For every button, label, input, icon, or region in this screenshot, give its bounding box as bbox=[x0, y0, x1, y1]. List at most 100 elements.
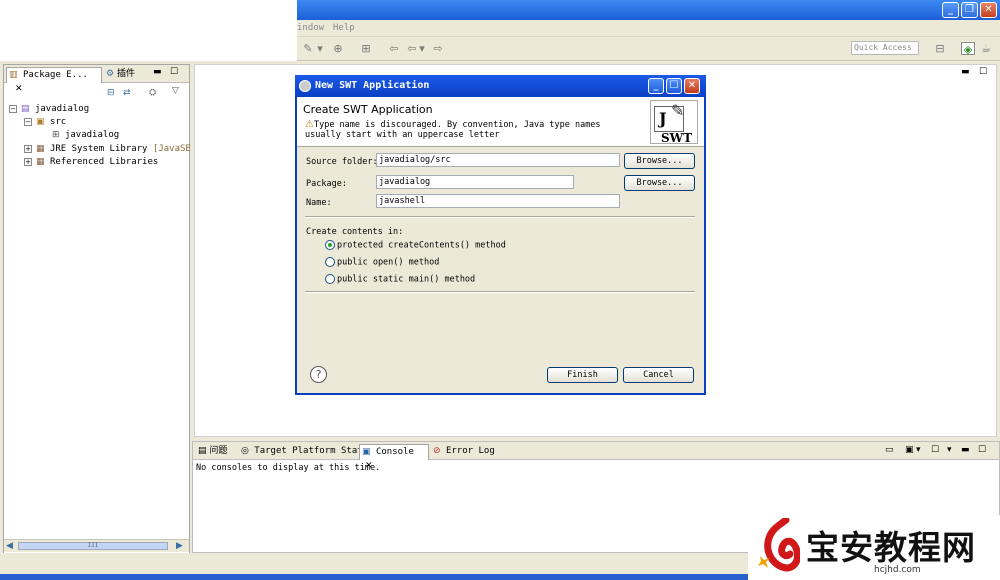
radio-icon[interactable] bbox=[325, 257, 335, 267]
source-folder-icon: ▣ bbox=[36, 117, 45, 127]
dialog-header: Create SWT Application ⚠Type name is dis… bbox=[297, 97, 704, 147]
dropdown-icon[interactable]: ▾ bbox=[317, 42, 323, 55]
swt-logo: J ✎ SWT bbox=[650, 100, 698, 145]
radio-open[interactable]: public open() method bbox=[325, 257, 439, 269]
package-input[interactable]: javadialog bbox=[376, 175, 574, 189]
wand-icon[interactable]: ✎ bbox=[301, 42, 315, 55]
tree-item-src[interactable]: − ▣ src bbox=[24, 116, 66, 129]
plugins-icon: ⚙ bbox=[106, 69, 115, 79]
radio-main[interactable]: public static main() method bbox=[325, 274, 475, 286]
source-folder-input[interactable]: javadialog/src bbox=[376, 153, 620, 167]
editor-maximize-icon[interactable]: ☐ bbox=[979, 67, 987, 77]
open-console-icon[interactable]: ☐ bbox=[931, 445, 939, 455]
dialog-title: New SWT Application bbox=[315, 80, 430, 91]
maximize-view-icon[interactable]: ☐ bbox=[170, 67, 178, 77]
menu-window[interactable]: indow bbox=[297, 23, 324, 33]
name-input[interactable]: javashell bbox=[376, 194, 620, 208]
pin-console-icon[interactable]: ▭ bbox=[885, 445, 894, 455]
restore-button[interactable]: ❐ bbox=[961, 2, 978, 18]
radio-selected-icon[interactable] bbox=[325, 240, 335, 250]
finish-button[interactable]: Finish bbox=[547, 367, 618, 383]
cancel-button[interactable]: Cancel bbox=[623, 367, 694, 383]
dropdown-icon[interactable]: ▾ bbox=[916, 445, 921, 455]
tab-problems-label: 问题 bbox=[209, 446, 228, 456]
back-dropdown-icon[interactable]: ▾ bbox=[419, 42, 425, 55]
name-label: Name: bbox=[306, 198, 332, 208]
open-perspective-icon[interactable]: ⊟ bbox=[933, 42, 947, 55]
back-history-icon[interactable]: ⇦ bbox=[387, 42, 401, 55]
dialog-minimize-button[interactable]: _ bbox=[648, 78, 664, 94]
horizontal-scrollbar[interactable]: ◀ III ▶ bbox=[4, 539, 189, 552]
tab-package-explorer[interactable]: ▥ Package E... ✕ bbox=[6, 67, 102, 94]
radio-icon[interactable] bbox=[325, 274, 335, 284]
dialog-close-button[interactable]: ✕ bbox=[684, 78, 700, 94]
help-icon[interactable]: ? bbox=[310, 366, 327, 383]
package-label: Package: bbox=[306, 179, 347, 189]
scroll-right-icon[interactable]: ▶ bbox=[176, 541, 183, 551]
editor-minimize-icon[interactable]: ▬ bbox=[961, 67, 970, 77]
minimize-view-icon[interactable]: ▬ bbox=[153, 67, 162, 77]
console-message: No consoles to display at this time. bbox=[196, 463, 381, 473]
quick-access-input[interactable]: Quick Access bbox=[851, 41, 919, 55]
source-folder-label: Source folder: bbox=[306, 157, 378, 167]
close-button[interactable]: ✕ bbox=[980, 2, 997, 18]
display-console-icon[interactable]: ▣ bbox=[905, 445, 914, 455]
scroll-left-icon[interactable]: ◀ bbox=[6, 541, 13, 551]
back-icon[interactable]: ⇦ bbox=[405, 42, 419, 55]
package-explorer-panel: ▥ Package E... ✕ ⚙ 插件 ▬ ☐ ⊟ ⇄ ⛭ ▽ − ▤ jav… bbox=[3, 64, 207, 554]
separator bbox=[305, 291, 695, 293]
pin-icon[interactable]: ⊞ bbox=[359, 42, 373, 55]
warning-icon: ⚠ bbox=[305, 119, 314, 130]
window-title-bar: _ ❐ ✕ bbox=[297, 0, 1000, 20]
tab-error-log[interactable]: ⊘ Error Log bbox=[431, 444, 495, 460]
minimize-view-icon[interactable]: ▬ bbox=[961, 445, 970, 455]
expand-icon[interactable]: + bbox=[24, 157, 32, 166]
expand-icon[interactable]: + bbox=[24, 144, 32, 153]
tree-item-package[interactable]: ⊞ javadialog bbox=[52, 129, 119, 142]
tree-item-label: src bbox=[49, 117, 67, 127]
dialog-maximize-button[interactable]: ☐ bbox=[666, 78, 682, 94]
tab-target-platform[interactable]: ◎ Target Platform State bbox=[239, 444, 368, 460]
library-icon: ▦ bbox=[36, 144, 45, 154]
tree-item-project[interactable]: − ▤ javadialog bbox=[9, 103, 89, 116]
maximize-view-icon[interactable]: ☐ bbox=[978, 445, 986, 455]
filter-icon[interactable]: ⛭ bbox=[149, 88, 156, 98]
separator bbox=[305, 216, 695, 218]
tab-target-label: Target Platform State bbox=[254, 446, 369, 456]
tree-item-jre[interactable]: + ▦ JRE System Library [JavaSE-1. bbox=[24, 143, 207, 156]
problems-icon: ▤ bbox=[198, 446, 207, 456]
forward-icon[interactable]: ⇨ bbox=[431, 42, 445, 55]
menu-help[interactable]: Help bbox=[333, 23, 355, 33]
java-perspective-icon[interactable]: ☕ bbox=[979, 42, 993, 55]
pen-icon: ✎ bbox=[671, 101, 685, 120]
tab-plugins-label: 插件 bbox=[116, 69, 135, 79]
scroll-thumb[interactable]: III bbox=[18, 542, 168, 550]
error-log-icon: ⊘ bbox=[433, 446, 441, 456]
tree-item-referenced-libraries[interactable]: + ▦ Referenced Libraries bbox=[24, 156, 158, 169]
tree-item-label: javadialog bbox=[34, 104, 90, 114]
tab-plugins[interactable]: ⚙ 插件 bbox=[104, 67, 144, 83]
create-contents-label: Create contents in: bbox=[306, 227, 404, 237]
view-menu-icon[interactable]: ▾ bbox=[947, 445, 952, 455]
collapse-icon[interactable]: − bbox=[9, 104, 17, 113]
tab-problems[interactable]: ▤ 问题 bbox=[196, 444, 227, 460]
radio-create-contents[interactable]: protected createContents() method bbox=[325, 240, 506, 252]
minimize-button[interactable]: _ bbox=[942, 2, 959, 18]
collapse-all-icon[interactable]: ⊟ bbox=[107, 88, 115, 98]
close-tab-icon[interactable]: ✕ bbox=[15, 82, 23, 96]
link-editor-icon[interactable]: ⇄ bbox=[123, 88, 131, 98]
menu-bar: indow Help bbox=[297, 20, 1000, 37]
browse-source-folder-button[interactable]: Browse... bbox=[624, 153, 695, 169]
tab-package-explorer-label: Package E... bbox=[22, 70, 88, 80]
tab-console[interactable]: ▣ Console ✕ bbox=[359, 444, 429, 471]
collapse-icon[interactable]: − bbox=[24, 117, 32, 126]
browse-package-button[interactable]: Browse... bbox=[624, 175, 695, 191]
annotation-icon[interactable]: ⊕ bbox=[331, 42, 345, 55]
main-toolbar: ✎ ▾ ⊕ ⊞ ⇦ ⇦ ▾ ⇨ Quick Access ⊟ ◈ ☕ bbox=[297, 37, 1000, 61]
warning-text: Type name is discouraged. By convention,… bbox=[305, 120, 601, 140]
dialog-heading: Create SWT Application bbox=[303, 103, 433, 116]
view-menu-icon[interactable]: ▽ bbox=[172, 86, 179, 96]
plugin-perspective-icon[interactable]: ◈ bbox=[961, 42, 975, 56]
radio-label: public static main() method bbox=[337, 274, 476, 285]
new-swt-application-dialog: New SWT Application _ ☐ ✕ Create SWT App… bbox=[295, 75, 706, 395]
